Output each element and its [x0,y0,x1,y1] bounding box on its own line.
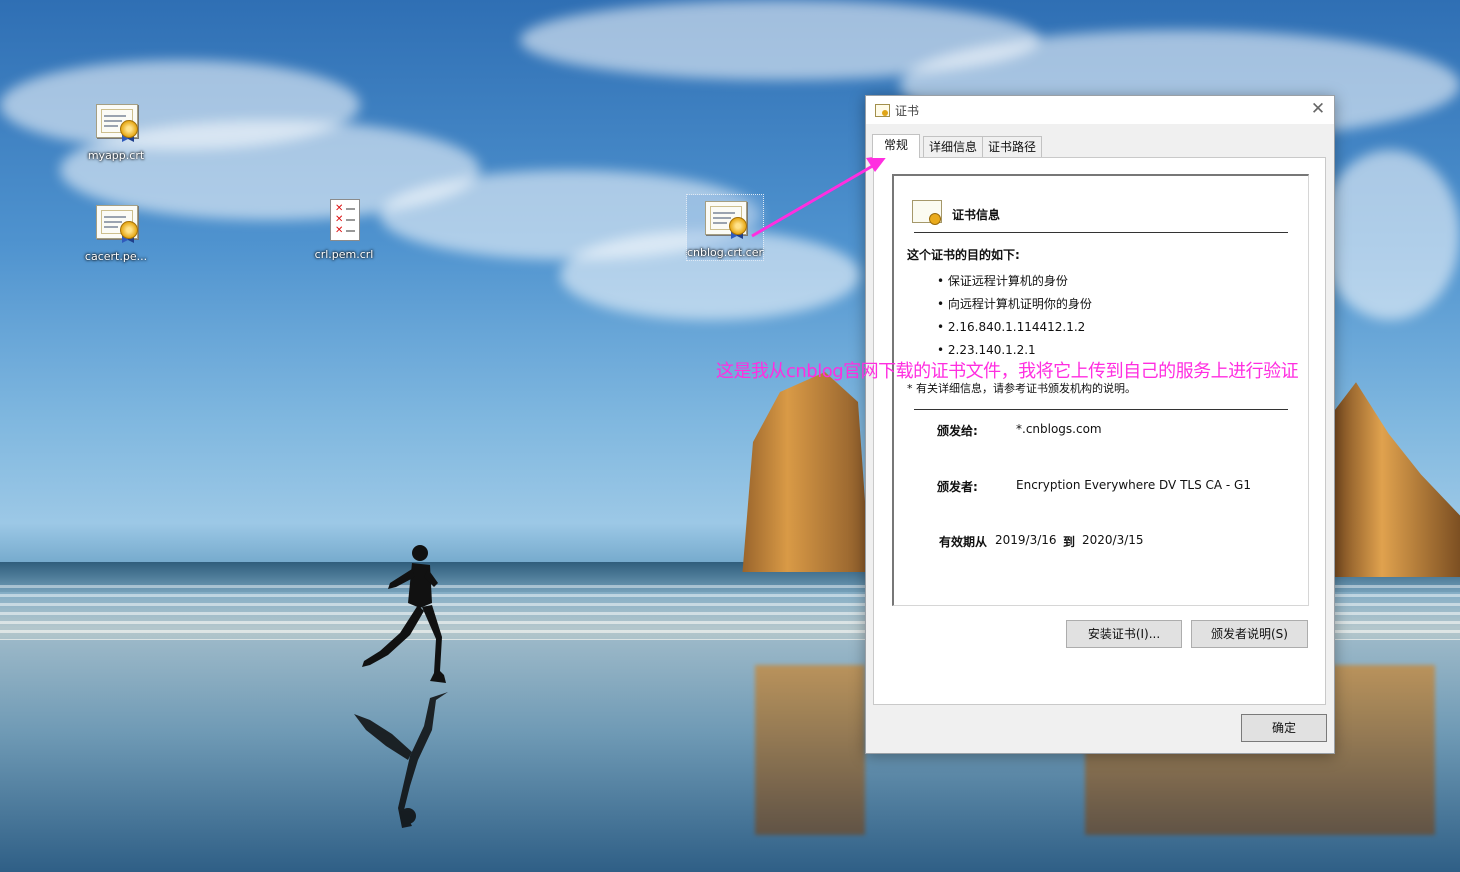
certificate-icon [875,104,890,117]
valid-from-label: 有效期从 [939,535,988,549]
valid-to-value: 2020/3/15 [1082,533,1144,547]
runner-silhouette [362,545,446,683]
tab-general[interactable]: 常规 [872,134,920,158]
issuer-statement-button[interactable]: 颁发者说明(S) [1191,620,1308,648]
desktop-icon-cnblog-crt-cer[interactable]: cnblog.crt.cer [686,194,764,261]
desktop-icon-label: cacert.pe... [84,250,148,263]
cliff-rock [1330,382,1460,577]
issued-by-label: 颁发者: [937,480,978,494]
certificate-file-icon [92,98,140,146]
certificate-file-icon [92,199,140,247]
issued-to-label: 颁发给: [937,424,978,438]
issued-to-value: *.cnblogs.com [1016,422,1102,436]
purpose-list: 保证远程计算机的身份 向远程计算机证明你的身份 2.16.840.1.11441… [937,270,1092,362]
issued-by-value: Encryption Everywhere DV TLS CA - G1 [1016,478,1251,492]
ok-button[interactable]: 确定 [1241,714,1327,742]
cloud [1320,150,1460,320]
divider [914,409,1288,410]
general-tab-panel: 证书信息 这个证书的目的如下: 保证远程计算机的身份 向远程计算机证明你的身份 … [873,157,1326,705]
valid-from-value: 2019/3/16 [995,533,1057,547]
divider [914,232,1288,233]
sea-stack-rock [742,372,870,572]
certificate-icon [912,200,942,225]
dialog-titlebar[interactable]: 证书 ✕ [866,96,1334,124]
desktop-icon-myapp-crt[interactable]: myapp.crt [78,98,154,163]
tab-details[interactable]: 详细信息 [923,136,983,157]
purpose-item: 2.16.840.1.114412.1.2 [937,316,1092,339]
crl-file-icon: ✕ ✕ ✕ [320,197,368,245]
certificate-info-box: 证书信息 这个证书的目的如下: 保证远程计算机的身份 向远程计算机证明你的身份 … [892,174,1309,606]
certificate-dialog: 证书 ✕ 常规 详细信息 证书路径 证书信息 这个证书的目的如下: 保证远程计算… [865,95,1335,754]
desktop-icon-label: crl.pem.crl [314,248,374,261]
purpose-item: 向远程计算机证明你的身份 [937,293,1092,316]
annotation-text: 这是我从cnblog官网下载的证书文件，我将它上传到自己的服务上进行验证 [716,361,1299,382]
install-certificate-button[interactable]: 安装证书(I)... [1066,620,1182,648]
certificate-file-icon [701,195,749,243]
desktop-icon-label: myapp.crt [87,149,145,162]
close-icon[interactable]: ✕ [1308,99,1328,119]
tab-certification-path[interactable]: 证书路径 [982,136,1042,157]
purpose-heading: 这个证书的目的如下: [907,248,1020,262]
dialog-title: 证书 [895,104,920,118]
desktop-icon-crl-pem-crl[interactable]: ✕ ✕ ✕ crl.pem.crl [306,197,382,262]
desktop-icon-cacert-pem[interactable]: cacert.pe... [78,199,154,264]
desktop-icon-label: cnblog.crt.cer [687,246,763,259]
purpose-item: 保证远程计算机的身份 [937,270,1092,293]
valid-to-label: 到 [1063,535,1076,549]
rock-reflection [755,665,865,835]
certificate-info-title: 证书信息 [952,208,1001,222]
runner-reflection [354,692,448,828]
